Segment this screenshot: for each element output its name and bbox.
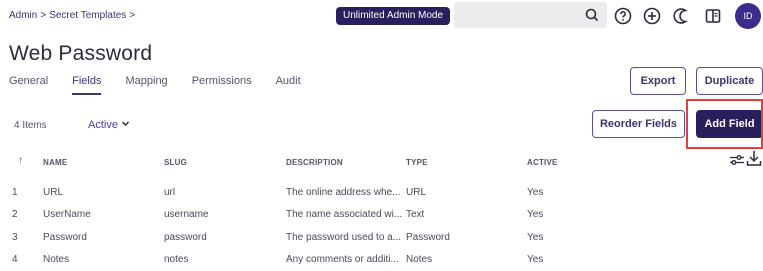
tab-general[interactable]: General (9, 75, 48, 93)
search-input[interactable] (454, 2, 607, 28)
duplicate-button[interactable]: Duplicate (696, 67, 763, 95)
row-type: Text (406, 209, 425, 220)
tab-mapping[interactable]: Mapping (125, 75, 167, 93)
column-header-name[interactable]: NAME (43, 158, 67, 167)
table-header: ↑ NAME SLUG DESCRIPTION TYPE ACTIVE (0, 150, 763, 176)
unlimited-admin-mode-badge[interactable]: Unlimited Admin Mode (336, 7, 451, 25)
column-header-slug[interactable]: SLUG (164, 158, 187, 167)
row-active: Yes (527, 209, 544, 220)
sort-arrow-icon[interactable]: ↑ (18, 155, 23, 166)
breadcrumb-secret-templates[interactable]: Secret Templates (49, 10, 126, 21)
table-row[interactable]: 4 Notes notes Any comments or additi... … (0, 249, 763, 271)
breadcrumb-admin[interactable]: Admin (9, 10, 37, 21)
row-number: 4 (12, 254, 18, 265)
table-row[interactable]: 3 Password password The password used to… (0, 227, 763, 249)
avatar[interactable]: ID (735, 3, 761, 29)
active-filter-dropdown[interactable]: Active (88, 119, 130, 131)
row-active: Yes (527, 232, 544, 243)
search-icon[interactable] (585, 8, 599, 27)
column-header-description[interactable]: DESCRIPTION (286, 158, 343, 167)
row-description: The password used to a... (286, 232, 402, 243)
row-description: The name associated wi... (286, 209, 403, 220)
top-bar: Admin > Secret Templates > Unlimited Adm… (0, 0, 763, 34)
dark-mode-icon[interactable] (672, 6, 692, 26)
row-type: Password (406, 232, 450, 243)
row-slug: notes (164, 254, 189, 265)
column-header-type[interactable]: TYPE (406, 158, 428, 167)
row-name[interactable]: URL (43, 187, 63, 198)
row-active: Yes (527, 187, 544, 198)
breadcrumb-separator: > (129, 10, 136, 21)
row-name[interactable]: Notes (43, 254, 69, 265)
tab-fields[interactable]: Fields (72, 75, 102, 95)
row-number: 2 (12, 209, 18, 220)
tab-audit[interactable]: Audit (276, 75, 301, 93)
row-description: Any comments or additi... (286, 254, 399, 265)
row-number: 3 (12, 232, 18, 243)
row-type: URL (406, 187, 427, 198)
row-type: Notes (406, 254, 433, 265)
tab-permissions[interactable]: Permissions (192, 75, 252, 93)
chevron-down-icon (121, 119, 130, 131)
column-header-active[interactable]: ACTIVE (527, 158, 558, 167)
row-name[interactable]: Password (43, 232, 87, 243)
panel-icon[interactable] (703, 6, 723, 26)
breadcrumb-separator: > (40, 10, 47, 21)
items-count: 4 Items (14, 120, 47, 131)
row-slug: username (164, 209, 209, 220)
help-icon[interactable] (613, 6, 633, 26)
row-number: 1 (12, 187, 18, 198)
row-slug: password (164, 232, 207, 243)
row-description: The online address whe... (286, 187, 401, 198)
tab-bar: General Fields Mapping Permissions Audit (9, 75, 325, 95)
row-slug: url (164, 187, 176, 198)
active-filter-label: Active (88, 119, 118, 131)
table-row[interactable]: 2 UserName username The name associated … (0, 204, 763, 226)
page-title: Web Password (9, 42, 153, 65)
row-name[interactable]: UserName (43, 209, 91, 220)
breadcrumb: Admin > Secret Templates > (9, 10, 135, 21)
highlight-box (686, 99, 763, 149)
add-circle-icon[interactable] (642, 6, 662, 26)
reorder-fields-button[interactable]: Reorder Fields (592, 110, 685, 138)
row-active: Yes (527, 254, 544, 265)
filter-settings-icon[interactable] (729, 153, 745, 169)
table-row[interactable]: 1 URL url The online address whe... URL … (0, 182, 763, 204)
download-icon[interactable] (746, 150, 762, 169)
export-button[interactable]: Export (630, 67, 686, 95)
